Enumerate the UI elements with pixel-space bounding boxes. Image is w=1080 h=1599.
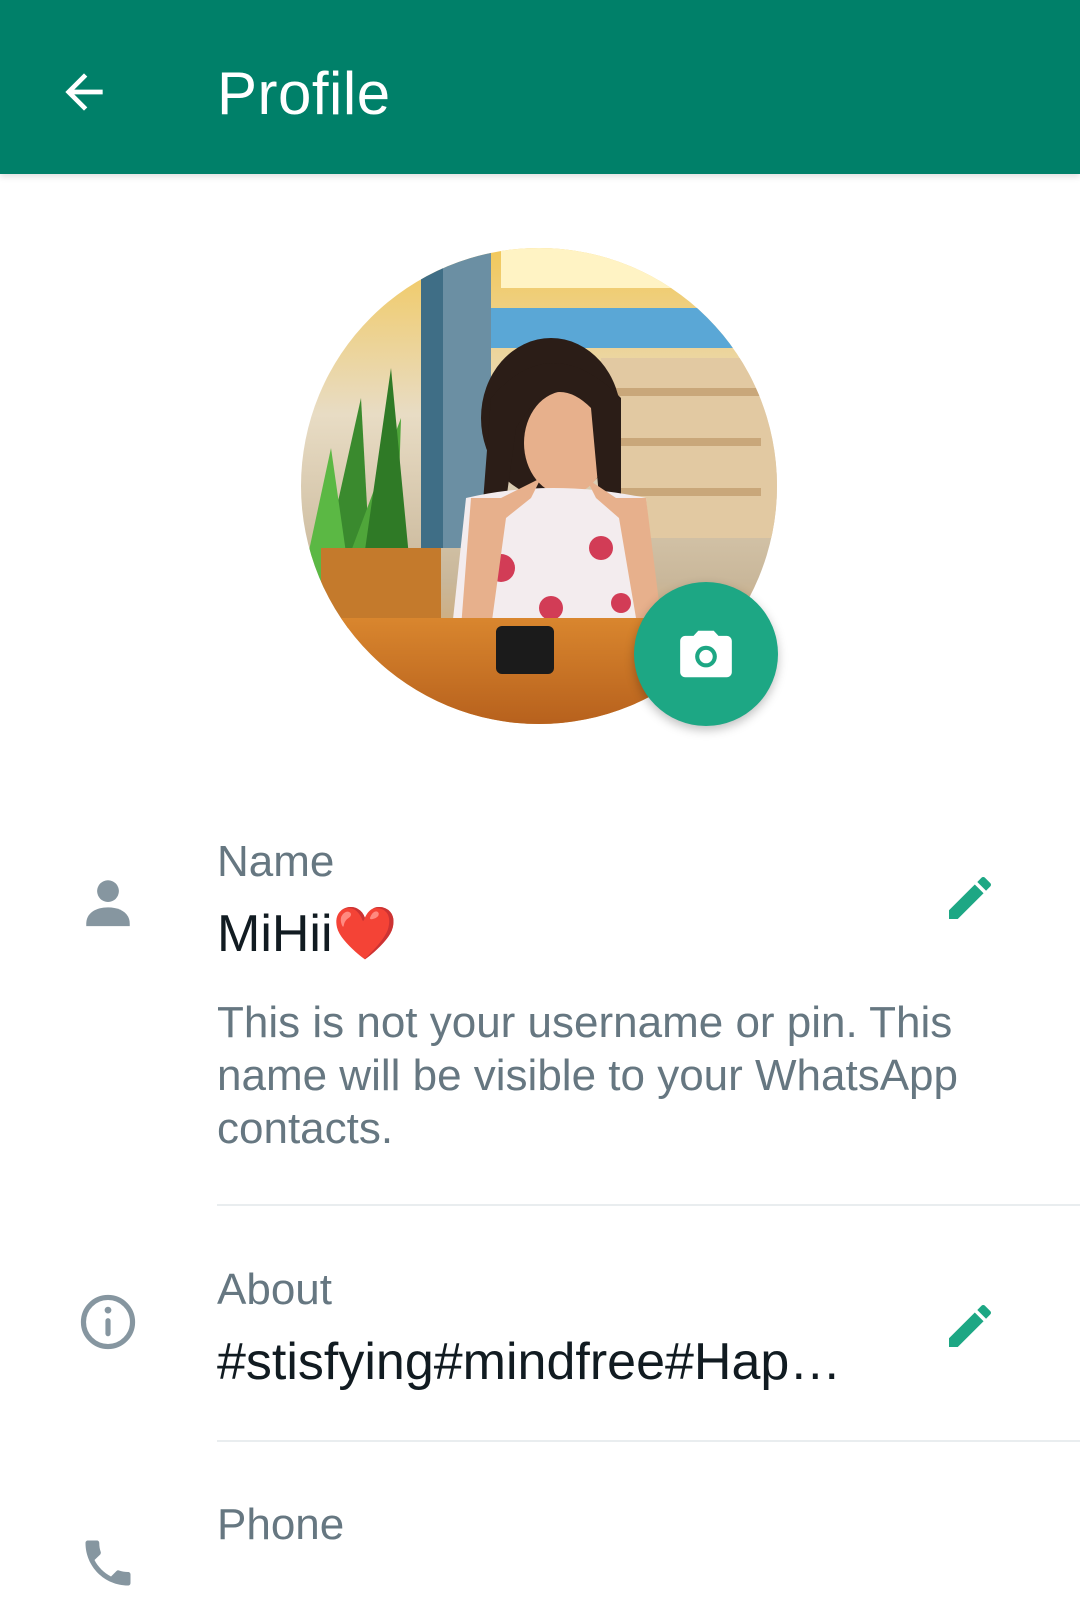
phone-label: Phone — [217, 1500, 345, 1549]
camera-icon — [680, 630, 732, 678]
about-label: About — [217, 1265, 332, 1314]
about-value: #stisfying#mindfree#Hap… — [217, 1333, 842, 1391]
name-row[interactable]: Name MiHii❤️ This is not your username o… — [0, 824, 1080, 1204]
profile-photo-container — [301, 248, 778, 726]
change-photo-button[interactable] — [634, 582, 778, 726]
divider — [217, 1204, 1080, 1206]
pencil-icon — [949, 1304, 992, 1347]
app-bar: Profile — [0, 0, 1080, 174]
info-icon — [72, 1286, 144, 1358]
phone-row[interactable]: Phone — [0, 1479, 1080, 1586]
name-hint: This is not your username or pin. This n… — [217, 998, 958, 1153]
profile-content: Name MiHii❤️ This is not your username o… — [0, 174, 1080, 1586]
name-label: Name — [217, 837, 335, 886]
edit-name-button[interactable] — [940, 868, 1000, 928]
phone-icon — [72, 1527, 144, 1599]
person-icon — [72, 866, 144, 938]
page-title: Profile — [217, 60, 391, 127]
edit-about-button[interactable] — [940, 1296, 1000, 1356]
back-button[interactable] — [50, 58, 118, 126]
divider — [217, 1440, 1080, 1442]
pencil-icon — [949, 876, 992, 919]
name-value: MiHii❤️ — [217, 905, 398, 963]
arrow-left-icon — [65, 73, 103, 111]
about-row[interactable]: About #stisfying#mindfree#Hap… — [0, 1244, 1080, 1434]
